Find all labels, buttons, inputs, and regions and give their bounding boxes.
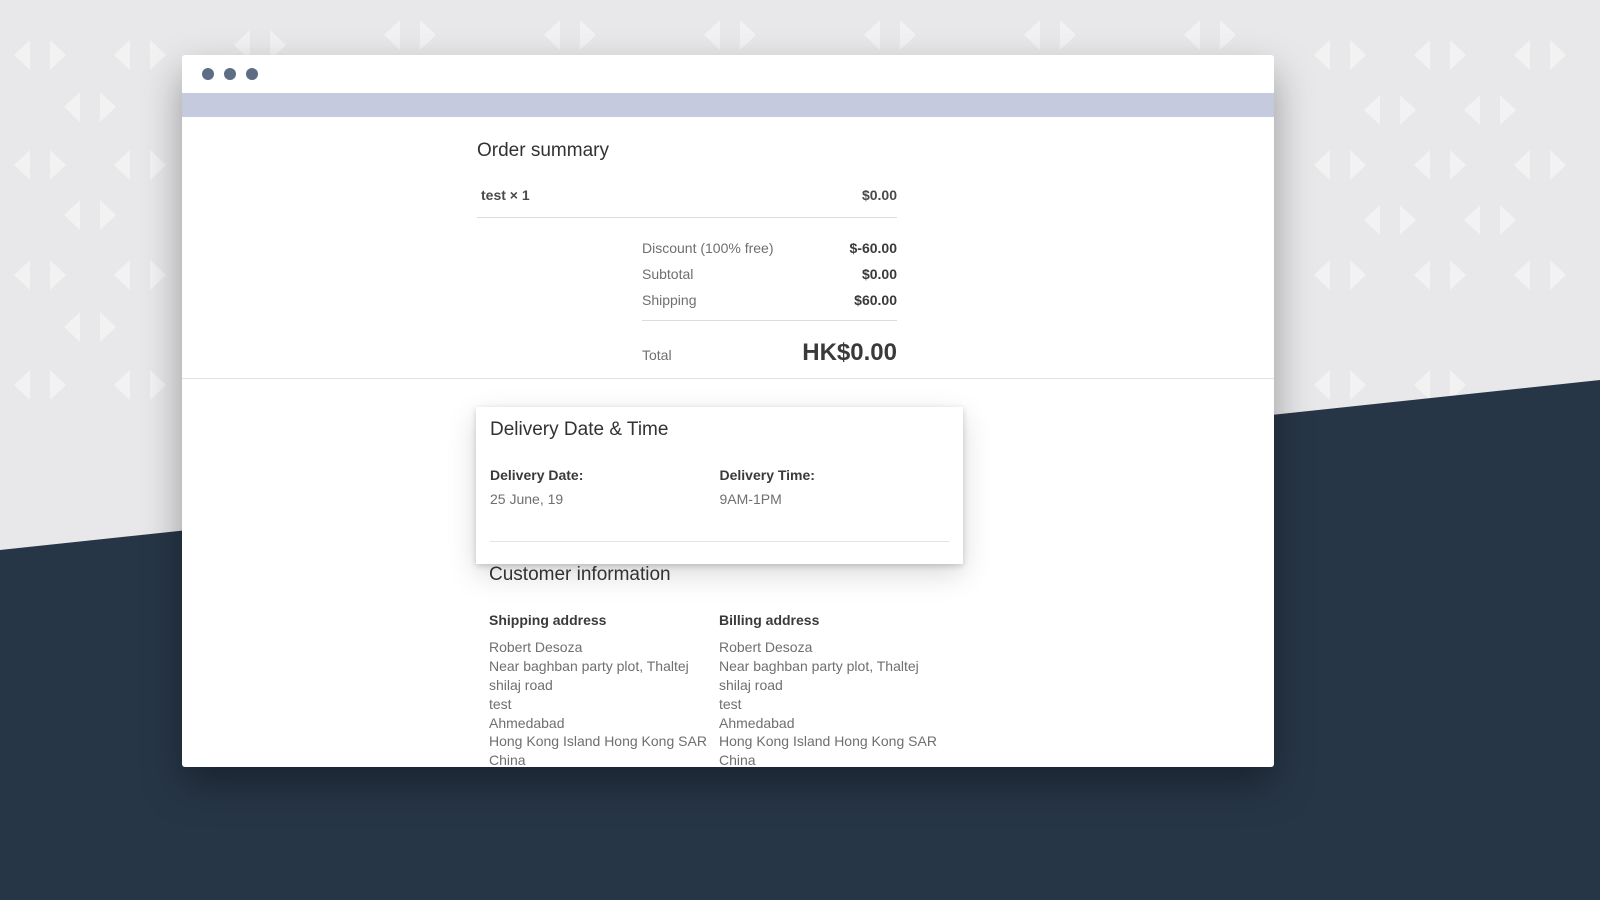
section-divider xyxy=(182,378,1274,379)
shipping-address-heading: Shipping address xyxy=(489,612,719,628)
shipping-line: Shipping $60.00 xyxy=(642,292,897,308)
customer-info-section: Customer information Shipping address Ro… xyxy=(489,564,959,767)
total-line: Total HK$0.00 xyxy=(642,339,897,367)
shipping-value: $60.00 xyxy=(854,292,897,308)
order-item-label: test × 1 xyxy=(481,187,530,203)
window-titlebar xyxy=(182,55,1274,93)
customer-info-heading: Customer information xyxy=(489,564,959,586)
totals-divider xyxy=(642,320,897,321)
shipping-line-5: Hong Kong Island Hong Kong SAR xyxy=(489,732,719,751)
delivery-heading: Delivery Date & Time xyxy=(490,419,949,441)
delivery-card: Delivery Date & Time Delivery Date: 25 J… xyxy=(476,407,963,564)
subtotal-label: Subtotal xyxy=(642,266,693,282)
billing-address-heading: Billing address xyxy=(719,612,949,628)
total-label: Total xyxy=(642,347,672,363)
shipping-address-col: Shipping address Robert Desoza Near bagh… xyxy=(489,612,719,767)
billing-address-col: Billing address Robert Desoza Near baghb… xyxy=(719,612,949,767)
billing-line-3: test xyxy=(719,695,949,714)
window-dot-icon xyxy=(246,68,258,80)
billing-line-1: Robert Desoza xyxy=(719,638,949,657)
window-header-stripe xyxy=(182,93,1274,117)
shipping-label: Shipping xyxy=(642,292,697,308)
subtotal-value: $0.00 xyxy=(862,266,897,282)
delivery-time-col: Delivery Time: 9AM-1PM xyxy=(720,467,950,507)
shipping-line-4: Ahmedabad xyxy=(489,714,719,733)
page-content: Order summary test × 1 $0.00 Discount (1… xyxy=(182,117,1274,767)
discount-label: Discount (100% free) xyxy=(642,240,774,256)
shipping-line-3: test xyxy=(489,695,719,714)
shipping-line-1: Robert Desoza xyxy=(489,638,719,657)
billing-line-5: Hong Kong Island Hong Kong SAR xyxy=(719,732,949,751)
order-item-row: test × 1 $0.00 xyxy=(477,184,897,218)
order-summary-section: Order summary test × 1 $0.00 Discount (1… xyxy=(477,140,897,367)
window-dot-icon xyxy=(224,68,236,80)
shipping-line-2: Near baghban party plot, Thaltej shilaj … xyxy=(489,657,719,695)
delivery-time-value: 9AM-1PM xyxy=(720,491,950,507)
browser-window: Order summary test × 1 $0.00 Discount (1… xyxy=(182,55,1274,767)
delivery-date-value: 25 June, 19 xyxy=(490,491,720,507)
order-summary-heading: Order summary xyxy=(477,140,897,162)
delivery-date-label: Delivery Date: xyxy=(490,467,720,483)
discount-value: $-60.00 xyxy=(850,240,897,256)
billing-line-4: Ahmedabad xyxy=(719,714,949,733)
discount-line: Discount (100% free) $-60.00 xyxy=(642,240,897,256)
total-value: HK$0.00 xyxy=(802,339,897,367)
order-item-price: $0.00 xyxy=(862,187,897,203)
billing-line-6: China xyxy=(719,751,949,767)
shipping-line-6: China xyxy=(489,751,719,767)
order-totals: Discount (100% free) $-60.00 Subtotal $0… xyxy=(642,218,897,367)
subtotal-line: Subtotal $0.00 xyxy=(642,266,897,282)
delivery-time-label: Delivery Time: xyxy=(720,467,950,483)
delivery-date-col: Delivery Date: 25 June, 19 xyxy=(490,467,720,507)
window-dot-icon xyxy=(202,68,214,80)
billing-line-2: Near baghban party plot, Thaltej shilaj … xyxy=(719,657,949,695)
